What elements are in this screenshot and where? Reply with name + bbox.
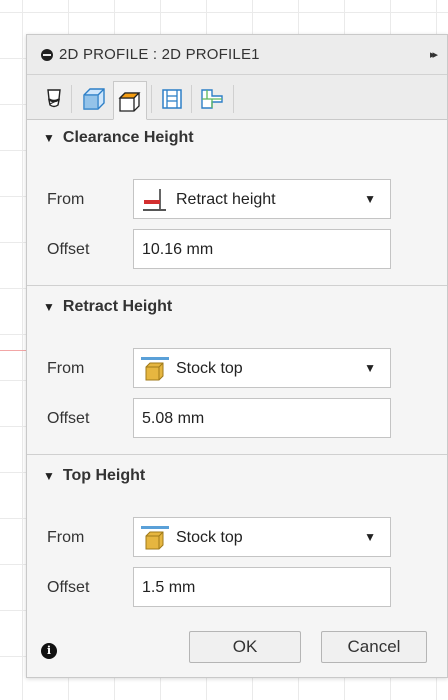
collapse-triangle-icon[interactable]: ▼ (43, 131, 55, 145)
passes-icon (162, 89, 182, 109)
from-label: From (47, 360, 85, 377)
offset-label: Offset (47, 579, 90, 596)
from-label: From (47, 529, 85, 546)
dialog-footer: i OK Cancel (27, 617, 447, 677)
section-title: Retract Height (62, 298, 173, 315)
input-value: 10.16 mm (142, 241, 214, 258)
input-value: 1.5 mm (142, 579, 196, 596)
tab-linking[interactable] (195, 81, 229, 117)
tab-heights[interactable] (113, 81, 147, 120)
clearance-offset-input[interactable]: 10.16 mm (133, 229, 391, 269)
dialog-titlebar[interactable]: 2D PROFILE : 2D PROFILE1 ▸▸ (27, 35, 447, 75)
clearance-from-dropdown[interactable]: Retract height ▼ (133, 179, 391, 219)
dropdown-value: Retract height (176, 191, 276, 208)
geometry-icon (83, 88, 105, 110)
expand-icon[interactable]: ▸▸ (430, 48, 438, 61)
stock-top-icon (141, 357, 169, 381)
linking-icon (201, 89, 223, 109)
retract-offset-input[interactable]: 5.08 mm (133, 398, 391, 438)
chevron-down-icon: ▼ (364, 192, 376, 206)
heights-icon (118, 91, 141, 112)
top-from-dropdown[interactable]: Stock top ▼ (133, 517, 391, 557)
dropdown-value: Stock top (176, 360, 243, 377)
tab-tool[interactable] (37, 81, 71, 117)
section-divider (27, 285, 447, 286)
top-height-header[interactable]: ▼ Top Height (43, 467, 145, 485)
tab-passes[interactable] (155, 81, 189, 117)
canvas-red-axis (0, 350, 26, 351)
input-value: 5.08 mm (142, 410, 205, 427)
section-title: Clearance Height (62, 129, 194, 146)
collapse-triangle-icon[interactable]: ▼ (43, 300, 55, 314)
profile-dialog: 2D PROFILE : 2D PROFILE1 ▸▸ ▼ Clearance … (26, 34, 448, 678)
retract-from-dropdown[interactable]: Stock top ▼ (133, 348, 391, 388)
info-icon[interactable]: i (41, 643, 57, 659)
collapse-triangle-icon[interactable]: ▼ (43, 469, 55, 483)
dropdown-value: Stock top (176, 529, 243, 546)
tab-bar (27, 75, 447, 120)
offset-label: Offset (47, 410, 90, 427)
cancel-button[interactable]: Cancel (321, 631, 427, 663)
top-height-section: ▼ Top Height From Stock top ▼ Offset 1.5… (27, 459, 447, 619)
offset-label: Offset (47, 241, 90, 258)
top-offset-input[interactable]: 1.5 mm (133, 567, 391, 607)
ok-button[interactable]: OK (189, 631, 301, 663)
section-divider (27, 454, 447, 455)
clearance-height-header[interactable]: ▼ Clearance Height (43, 129, 194, 147)
section-title: Top Height (62, 467, 146, 484)
retract-height-section: ▼ Retract Height From Stock top ▼ Offset… (27, 290, 447, 454)
dialog-title: 2D PROFILE : 2D PROFILE1 (59, 46, 260, 63)
retract-height-icon (143, 189, 166, 211)
stock-top-icon (141, 526, 169, 550)
clearance-height-section: ▼ Clearance Height From Retract height ▼… (27, 121, 447, 285)
chevron-down-icon: ▼ (364, 530, 376, 544)
chevron-down-icon: ▼ (364, 361, 376, 375)
from-label: From (47, 191, 85, 208)
retract-height-header[interactable]: ▼ Retract Height (43, 298, 172, 316)
tool-icon (47, 89, 61, 108)
collapse-icon[interactable] (41, 48, 53, 61)
tab-geometry[interactable] (77, 81, 111, 117)
